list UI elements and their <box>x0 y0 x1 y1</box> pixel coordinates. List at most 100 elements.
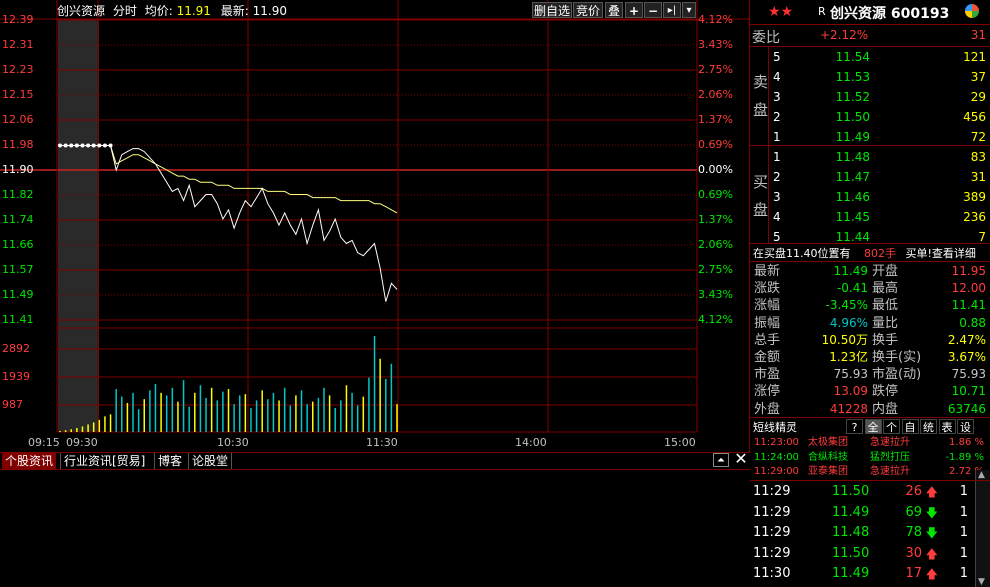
percent-tick-label: 4.12% <box>698 313 733 326</box>
quote-label: 涨跌 <box>754 281 781 297</box>
ask-volume: 72 <box>970 130 986 144</box>
time-tick-label: 11:30 <box>366 436 398 449</box>
price-tick-label: 11.57 <box>2 263 34 276</box>
market-globe-icon[interactable] <box>965 4 979 18</box>
quote-label: 最高 <box>872 281 899 297</box>
ask-row[interactable]: 1 11.49 72 <box>750 128 990 146</box>
auction-button[interactable]: 竞价 <box>573 2 603 18</box>
short-line-tab[interactable]: 个 <box>883 419 900 434</box>
zoom-out-icon[interactable]: − <box>644 2 662 18</box>
dropdown-icon[interactable]: ▾ <box>682 2 696 18</box>
ask-price: 11.54 <box>835 50 870 64</box>
zoom-in-icon[interactable]: + <box>625 2 643 18</box>
short-line-tab[interactable]: 设 <box>957 419 974 434</box>
percent-tick-label: 1.37% <box>698 213 733 226</box>
short-line-item[interactable]: 11:24:00 合纵科技 猛烈打压 -1.89 % <box>750 451 990 465</box>
quote-value: 3.67% <box>947 350 986 364</box>
tick-time: 11:29 <box>753 484 791 499</box>
tick-row: 11:29 11.48 78 🡇 1 <box>750 524 974 542</box>
quote-label: 量比 <box>872 315 899 331</box>
bid-row[interactable]: 1 11.48 83 <box>750 148 990 166</box>
divider <box>750 24 990 25</box>
tick-price: 11.49 <box>832 504 870 520</box>
quote-value: -3.45% <box>825 298 868 313</box>
quote-value: -0.41 <box>836 281 868 296</box>
short-line-tab[interactable]: 自 <box>901 419 919 434</box>
tab-industry-news[interactable]: 行业资讯[贸易] <box>60 453 148 469</box>
ask-volume: 29 <box>970 90 986 104</box>
divider <box>750 417 990 418</box>
quote-label: 振幅 <box>754 315 781 331</box>
ask-row[interactable]: 5 11.54 121 <box>750 48 990 66</box>
chart-header: 创兴资源 分时 均价: 11.91 最新: 11.90 <box>57 2 287 19</box>
order-ratio-diff: 31 <box>970 28 986 42</box>
star-icon[interactable]: ★★ <box>768 4 793 20</box>
ask-level: 5 <box>773 50 781 64</box>
bid-level: 1 <box>773 150 781 164</box>
overlay-button[interactable]: 叠 <box>605 2 623 18</box>
time-tick-label: 10:30 <box>217 436 249 449</box>
delete-watchlist-button[interactable]: 删自选 <box>532 2 572 18</box>
price-tick-label: 12.31 <box>2 38 34 51</box>
ask-row[interactable]: 2 11.50 456 <box>750 108 990 126</box>
quote-label: 市盈(动) <box>872 367 922 383</box>
short-line-tab[interactable]: 表 <box>938 419 956 434</box>
ask-row[interactable]: 4 11.53 37 <box>750 68 990 86</box>
arrow-down-icon: 🡇 <box>925 505 938 520</box>
short-line-tab[interactable]: 统 <box>920 419 937 434</box>
tick-price: 11.50 <box>832 545 870 561</box>
alert-event: 急速拉升 <box>870 437 910 448</box>
alert-percent: -1.89 % <box>945 451 984 463</box>
tick-count: 1 <box>959 504 968 520</box>
quote-value: 11.95 <box>951 264 986 278</box>
bid-price: 11.48 <box>835 150 870 164</box>
ask-row[interactable]: 3 11.52 29 <box>750 88 990 106</box>
price-tick-label: 12.39 <box>2 13 34 26</box>
quote-value: 2.47% <box>947 332 986 347</box>
tab-forum[interactable]: 论股堂 <box>188 453 233 469</box>
bid-row[interactable]: 3 11.46 389 <box>750 188 990 206</box>
price-tick-label: 11.41 <box>2 313 34 326</box>
intraday-chart-panel[interactable]: 创兴资源 分时 均价: 11.91 最新: 11.90 删自选 竞价 叠 + −… <box>0 0 750 452</box>
quote-label: 换手(实) <box>872 350 922 365</box>
intraday-chart[interactable] <box>0 0 750 452</box>
divider <box>750 261 990 262</box>
short-line-tab[interactable]: ? <box>846 419 863 434</box>
short-line-item[interactable]: 11:29:00 亚泰集团 急速拉升 2.72 % <box>750 465 990 479</box>
tab-stock-news[interactable]: 个股资讯 <box>2 453 57 469</box>
big-order-detail-link[interactable]: 买单!查看详细 <box>906 247 976 260</box>
big-order-notice[interactable]: 在买盘11.40位置有 802手 买单!查看详细 <box>753 245 976 261</box>
percent-tick-label: 3.43% <box>698 288 733 301</box>
tick-scrollbar[interactable]: ▲ ▼ <box>975 470 990 587</box>
tick-volume: 26 <box>905 484 922 499</box>
stock-title: 创兴资源 600193 <box>830 6 950 22</box>
tab-blog[interactable]: 博客 <box>154 453 185 469</box>
short-line-tab[interactable]: 全 <box>864 419 882 434</box>
quote-row: 涨停 13.09 跌停 10.71 <box>750 383 990 400</box>
quote-row: 振幅 4.96% 量比 0.88 <box>750 315 990 332</box>
tab-divider <box>0 469 750 470</box>
bid-level: 4 <box>773 210 781 224</box>
tick-price: 11.50 <box>832 484 870 499</box>
bid-volume: 83 <box>970 150 986 164</box>
close-icon[interactable]: ✕ <box>733 451 749 467</box>
bid-row[interactable]: 4 11.45 236 <box>750 208 990 226</box>
tick-time: 11:29 <box>753 545 791 561</box>
short-line-item[interactable]: 11:23:00 太极集团 急速拉升 1.86 % <box>750 436 990 450</box>
bid-row[interactable]: 2 11.47 31 <box>750 168 990 186</box>
last-price-label: 最新: <box>220 4 249 18</box>
divider <box>768 46 769 243</box>
alert-event: 急速拉升 <box>870 466 910 477</box>
ask-level: 1 <box>773 130 781 144</box>
volume-tick-label: 987 <box>2 398 23 411</box>
percent-tick-label: 3.43% <box>698 38 733 51</box>
scroll-down-icon[interactable]: ▼ <box>978 577 985 587</box>
scroll-up-icon[interactable]: ▲ <box>978 470 985 480</box>
price-tick-label: 11.98 <box>2 138 34 151</box>
quote-label: 内盘 <box>872 401 899 417</box>
quote-label: 换手 <box>872 332 899 348</box>
price-tick-label: 11.82 <box>2 188 34 201</box>
quote-label: 涨幅 <box>754 298 781 314</box>
next-period-icon[interactable]: ▸| <box>663 2 681 18</box>
maximize-icon[interactable]: ⏶ <box>713 453 729 467</box>
